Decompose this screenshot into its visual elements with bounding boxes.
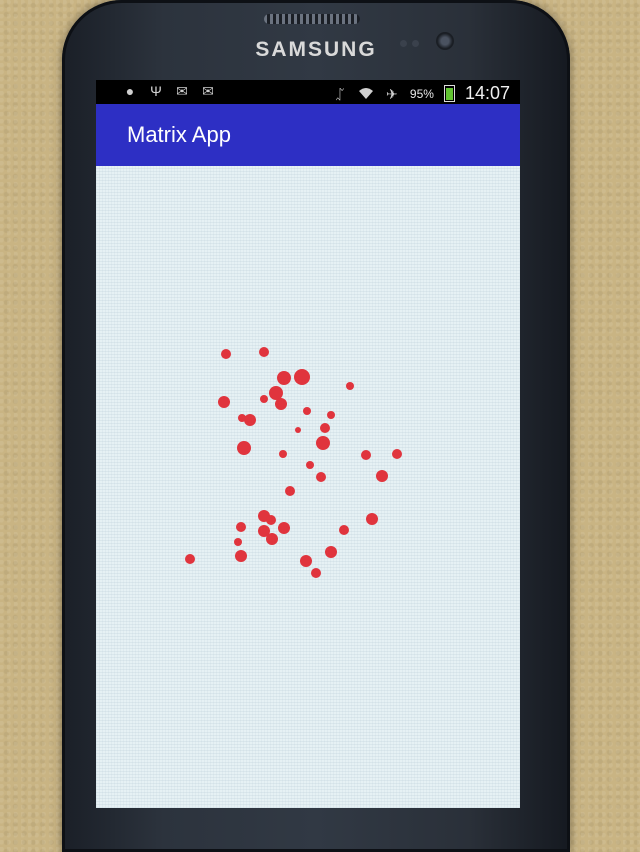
red-dot (327, 411, 335, 419)
red-dot (339, 525, 349, 535)
front-camera (436, 32, 454, 50)
red-dot (320, 423, 330, 433)
speaker-grille (264, 14, 360, 24)
app-title: Matrix App (127, 122, 231, 147)
red-dot (235, 550, 247, 562)
status-time: 14:07 (464, 83, 510, 103)
red-dot (266, 533, 278, 545)
red-dot (295, 427, 301, 433)
light-sensor (412, 40, 419, 47)
red-dot (234, 538, 242, 546)
red-dot (278, 522, 290, 534)
battery-percent: 95% (409, 86, 434, 101)
red-dot (361, 450, 371, 460)
notification-icon: ✉ (202, 83, 214, 99)
bluetooth-icon: ᛢ (335, 85, 345, 102)
red-dot (275, 398, 287, 410)
airplane-mode-icon: ✈ (386, 85, 398, 102)
red-dot (306, 461, 314, 469)
proximity-sensor (400, 40, 407, 47)
usb-icon: Ψ (150, 83, 162, 99)
red-dot (300, 555, 312, 567)
battery-icon (443, 85, 455, 102)
status-left-icons: ● Ψ ✉ ✉ (122, 83, 216, 99)
red-dot (259, 347, 269, 357)
brand-logo: SAMSUNG (255, 38, 377, 61)
notification-icon: ✉ (176, 83, 188, 99)
red-dot (294, 369, 310, 385)
red-dot (366, 513, 378, 525)
status-right-icons: ᛢ ✈ 95% 14:07 (332, 83, 510, 104)
screen: ● Ψ ✉ ✉ ᛢ ✈ 95% 14:07 Matrix App (96, 80, 520, 808)
red-dot (266, 515, 276, 525)
red-dot (221, 349, 231, 359)
wifi-icon (358, 86, 374, 102)
red-dot (237, 441, 251, 455)
red-dot (303, 407, 311, 415)
red-dot (325, 546, 337, 558)
weibo-icon: ● (125, 83, 135, 99)
red-dot (346, 382, 354, 390)
red-dot (277, 371, 291, 385)
red-dot (316, 472, 326, 482)
red-dot (316, 436, 330, 450)
red-dot (218, 396, 230, 408)
red-dot (279, 450, 287, 458)
drawing-canvas[interactable] (96, 166, 520, 808)
dots-layer (185, 347, 402, 578)
red-dot (376, 470, 388, 482)
red-dot (236, 522, 246, 532)
status-bar: ● Ψ ✉ ✉ ᛢ ✈ 95% 14:07 (96, 80, 520, 104)
red-dot (260, 395, 268, 403)
red-dot (311, 568, 321, 578)
red-dot (392, 449, 402, 459)
red-dot (244, 414, 256, 426)
red-dot (285, 486, 295, 496)
red-dot (269, 386, 283, 400)
red-dot (185, 554, 195, 564)
app-bar: Matrix App (96, 104, 520, 166)
